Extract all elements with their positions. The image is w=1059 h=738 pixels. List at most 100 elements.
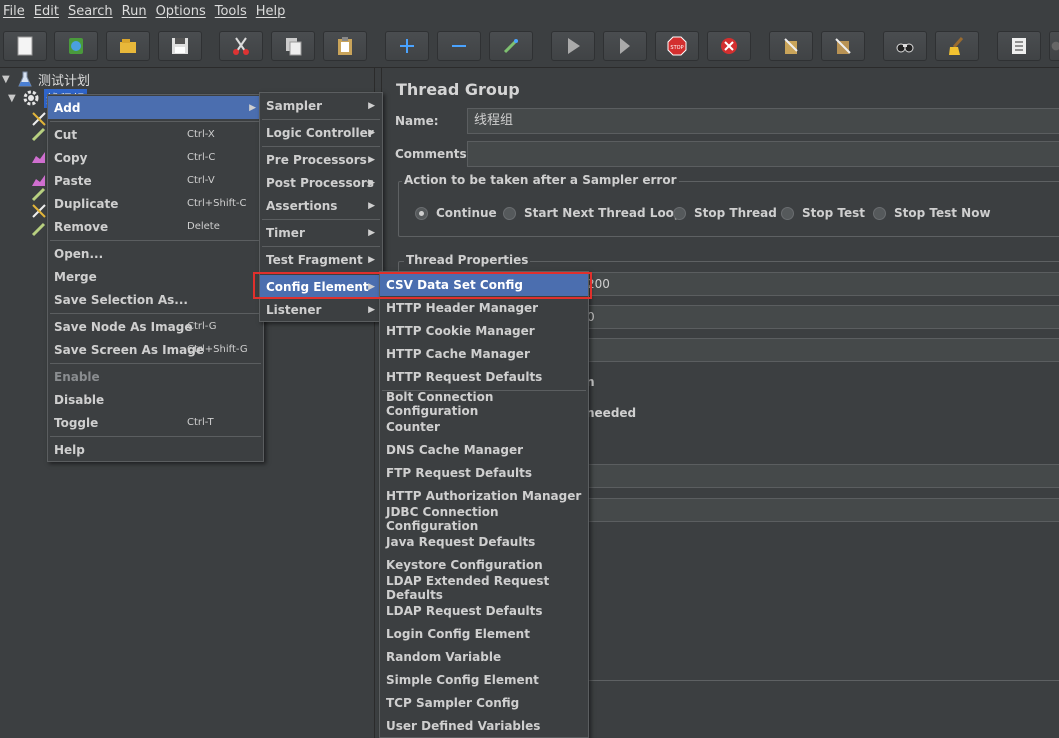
- menu-item-duplicate[interactable]: Duplicate Ctrl+Shift-C: [48, 192, 263, 215]
- radio-icon: [503, 206, 516, 220]
- paste-button[interactable]: [323, 31, 367, 61]
- name-field[interactable]: 线程组: [467, 108, 1059, 134]
- menu-search[interactable]: Search: [65, 4, 119, 19]
- menu-item-save-node-image[interactable]: Save Node As Image Ctrl-G: [48, 315, 263, 338]
- cut-button[interactable]: [219, 31, 263, 61]
- menu-file[interactable]: File: [0, 4, 31, 19]
- menu-separator: [50, 240, 261, 241]
- menu-item-assertions[interactable]: Assertions ▶: [260, 194, 382, 217]
- menu-item-counter[interactable]: Counter: [380, 415, 588, 438]
- ramp-up-field[interactable]: 0: [584, 305, 1059, 329]
- menu-item-test-fragment[interactable]: Test Fragment ▶: [260, 248, 382, 271]
- radio-continue[interactable]: Continue: [415, 206, 497, 220]
- menu-item-merge[interactable]: Merge: [48, 265, 263, 288]
- menu-item-simple-config-element[interactable]: Simple Config Element: [380, 668, 588, 691]
- menu-item-remove[interactable]: Remove Delete: [48, 215, 263, 238]
- menu-item-save-screen-image[interactable]: Save Screen As Image Ctrl+Shift-G: [48, 338, 263, 361]
- menu-item-http-cookie-manager[interactable]: HTTP Cookie Manager: [380, 319, 588, 342]
- menu-item-copy[interactable]: Copy Ctrl-C: [48, 146, 263, 169]
- startup-delay-field[interactable]: [584, 498, 1059, 522]
- menu-item-disable[interactable]: Disable: [48, 388, 263, 411]
- menu-item-post-processors[interactable]: Post Processors ▶: [260, 171, 382, 194]
- tree-child-node[interactable]: [30, 185, 48, 203]
- submenu-arrow-icon: ▶: [368, 127, 375, 138]
- menu-item-dns-cache-manager[interactable]: DNS Cache Manager: [380, 438, 588, 461]
- search-button[interactable]: [883, 31, 927, 61]
- expand-button[interactable]: [385, 31, 429, 61]
- menu-separator: [50, 436, 261, 437]
- tree-child-node[interactable]: [30, 148, 48, 166]
- tree-node-test-plan[interactable]: ▼ 测试计划: [2, 70, 90, 89]
- thread-properties-legend: Thread Properties: [404, 253, 531, 267]
- comments-field[interactable]: [467, 141, 1059, 167]
- menu-item-paste[interactable]: Paste Ctrl-V: [48, 169, 263, 192]
- menu-item-pre-processors[interactable]: Pre Processors ▶: [260, 148, 382, 171]
- copy-icon: [286, 38, 302, 56]
- menu-tools[interactable]: Tools: [212, 4, 253, 19]
- menu-item-bolt-connection[interactable]: Bolt Connection Configuration: [380, 390, 588, 418]
- collapse-icon: [452, 45, 466, 47]
- expand-arrow-icon[interactable]: ▼: [2, 74, 12, 85]
- menu-item-http-cache-manager[interactable]: HTTP Cache Manager: [380, 342, 588, 365]
- collapse-button[interactable]: [437, 31, 481, 61]
- open-button[interactable]: [106, 31, 150, 61]
- menu-item-http-header-manager[interactable]: HTTP Header Manager: [380, 296, 588, 319]
- start-no-pause-button[interactable]: [603, 31, 647, 61]
- menu-item-login-config-element[interactable]: Login Config Element: [380, 622, 588, 645]
- menu-item-tcp-sampler-config[interactable]: TCP Sampler Config: [380, 691, 588, 714]
- clear-icon: [784, 38, 798, 54]
- toggle-button[interactable]: [489, 31, 533, 61]
- menu-item-cut[interactable]: Cut Ctrl-X: [48, 123, 263, 146]
- menu-item-add[interactable]: Add ▶: [48, 96, 263, 119]
- menu-item-user-defined-variables[interactable]: User Defined Variables: [380, 714, 588, 737]
- menu-edit[interactable]: Edit: [31, 4, 65, 19]
- shutdown-icon: [721, 38, 737, 54]
- menu-item-java-request-defaults[interactable]: Java Request Defaults: [380, 530, 588, 553]
- menu-item-open[interactable]: Open...: [48, 242, 263, 265]
- menu-item-ftp-request-defaults[interactable]: FTP Request Defaults: [380, 461, 588, 484]
- radio-start-next-loop[interactable]: Start Next Thread Loop: [503, 206, 683, 220]
- radio-stop-thread[interactable]: Stop Thread: [673, 206, 777, 220]
- clear-all-button[interactable]: [821, 31, 865, 61]
- radio-stop-test-now[interactable]: Stop Test Now: [873, 206, 991, 220]
- menu-item-save-selection[interactable]: Save Selection As...: [48, 288, 263, 311]
- function-helper-button[interactable]: [997, 31, 1041, 61]
- duration-field[interactable]: [584, 464, 1059, 488]
- menu-item-http-request-defaults[interactable]: HTTP Request Defaults: [380, 365, 588, 388]
- shutdown-button[interactable]: [707, 31, 751, 61]
- reset-search-button[interactable]: [935, 31, 979, 61]
- tree-child-node[interactable]: [30, 220, 48, 238]
- menu-item-toggle[interactable]: Toggle Ctrl-T: [48, 411, 263, 434]
- loop-count-field[interactable]: [584, 338, 1059, 362]
- menu-separator: [50, 121, 261, 122]
- chart-icon: [30, 148, 48, 166]
- menu-item-timer[interactable]: Timer ▶: [260, 221, 382, 244]
- help-button[interactable]: [1049, 31, 1059, 61]
- menu-item-help[interactable]: Help: [48, 438, 263, 461]
- expand-arrow-icon[interactable]: ▼: [8, 93, 18, 104]
- menu-options[interactable]: Options: [153, 4, 212, 19]
- tree-child-node[interactable]: [30, 202, 48, 220]
- save-button[interactable]: [158, 31, 202, 61]
- menu-item-ldap-extended-request-defaults[interactable]: LDAP Extended Request Defaults: [380, 574, 588, 602]
- start-button[interactable]: [551, 31, 595, 61]
- new-button[interactable]: [3, 31, 47, 61]
- menu-help[interactable]: Help: [253, 4, 292, 19]
- threads-field[interactable]: 200: [584, 272, 1059, 296]
- copy-button[interactable]: [271, 31, 315, 61]
- menu-run[interactable]: Run: [119, 4, 153, 19]
- menu-item-logic-controller[interactable]: Logic Controller ▶: [260, 121, 382, 144]
- tree-child-node[interactable]: [30, 125, 48, 143]
- flask-icon: [16, 70, 34, 88]
- templates-button[interactable]: [54, 31, 98, 61]
- dropper-icon: [30, 185, 48, 203]
- menu-item-jdbc-connection[interactable]: JDBC Connection Configuration: [380, 505, 588, 533]
- menu-item-sampler[interactable]: Sampler ▶: [260, 94, 382, 117]
- radio-stop-test[interactable]: Stop Test: [781, 206, 865, 220]
- stop-button[interactable]: STOP: [655, 31, 699, 61]
- menu-item-listener[interactable]: Listener ▶: [260, 298, 382, 321]
- menu-item-random-variable[interactable]: Random Variable: [380, 645, 588, 668]
- menu-item-ldap-request-defaults[interactable]: LDAP Request Defaults: [380, 599, 588, 622]
- context-menu: Add ▶ Cut Ctrl-X Copy Ctrl-C Paste Ctrl-V Du…: [47, 94, 264, 462]
- clear-button[interactable]: [769, 31, 813, 61]
